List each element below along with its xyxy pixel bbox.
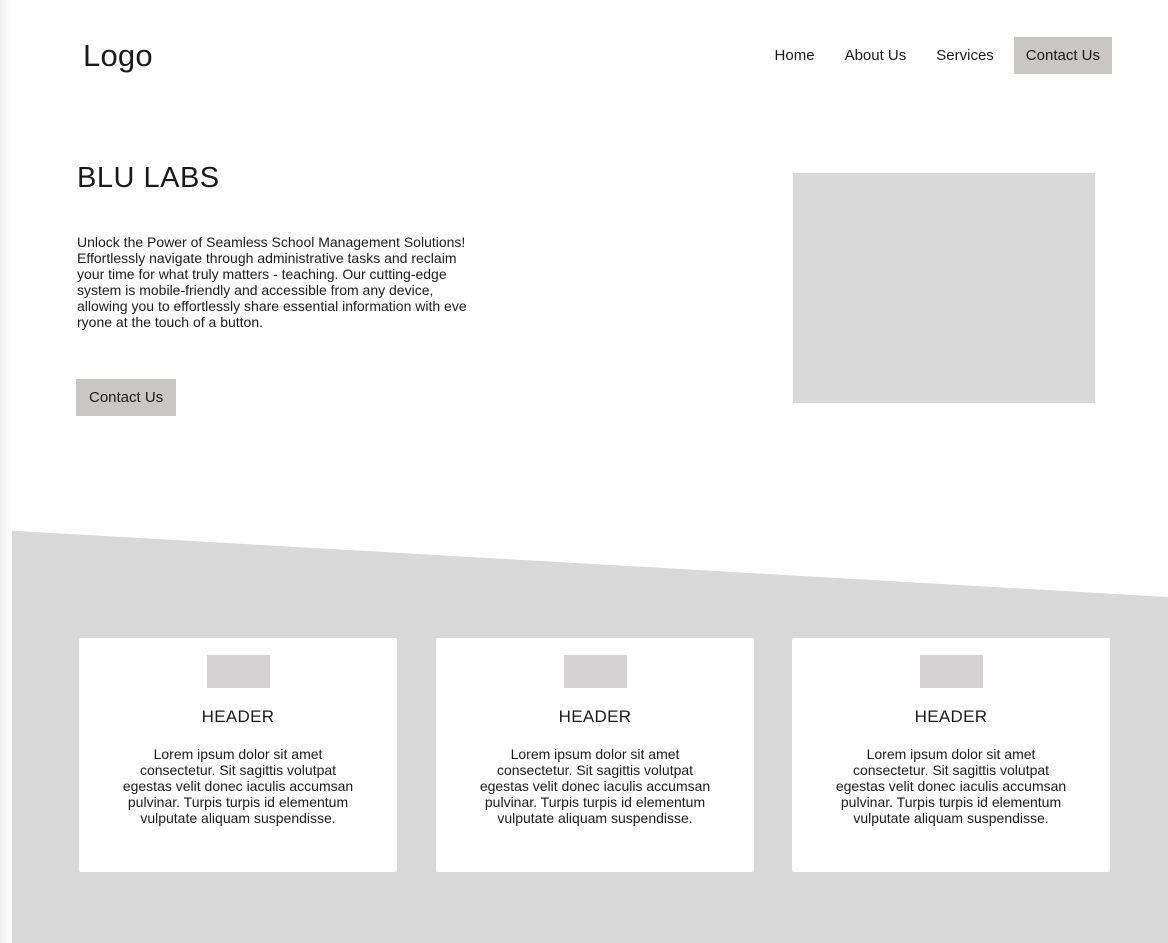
landing-page: Logo Home About Us Services Contact Us B… (0, 0, 1168, 943)
feature-card-text: Lorem ipsum dolor sit amet consectetur. … (122, 746, 354, 826)
feature-image-placeholder (920, 655, 983, 688)
nav-services-link[interactable]: Services (924, 37, 1006, 74)
page-edge-shadow (0, 0, 12, 943)
feature-card: HEADER Lorem ipsum dolor sit amet consec… (79, 638, 397, 872)
feature-image-placeholder (207, 655, 270, 688)
feature-card: HEADER Lorem ipsum dolor sit amet consec… (792, 638, 1110, 872)
nav-about-us-link[interactable]: About Us (833, 37, 919, 74)
feature-card: HEADER Lorem ipsum dolor sit amet consec… (436, 638, 754, 872)
feature-card-header: HEADER (558, 707, 632, 726)
hero-title: BLU LABS (77, 162, 220, 194)
main-nav: Home About Us Services Contact Us (757, 37, 1112, 74)
hero-image-placeholder (793, 173, 1095, 403)
hero-contact-us-button[interactable]: Contact Us (76, 379, 177, 416)
nav-contact-us-button[interactable]: Contact Us (1013, 37, 1112, 74)
feature-card-text: Lorem ipsum dolor sit amet consectetur. … (835, 746, 1067, 826)
feature-image-placeholder (564, 655, 627, 688)
feature-card-header: HEADER (914, 707, 988, 726)
hero-description: Unlock the Power of Seamless School Mana… (77, 234, 467, 330)
logo[interactable]: Logo (83, 38, 153, 74)
feature-card-header: HEADER (201, 707, 275, 726)
feature-card-text: Lorem ipsum dolor sit amet consectetur. … (479, 746, 711, 826)
nav-home-link[interactable]: Home (763, 37, 827, 74)
